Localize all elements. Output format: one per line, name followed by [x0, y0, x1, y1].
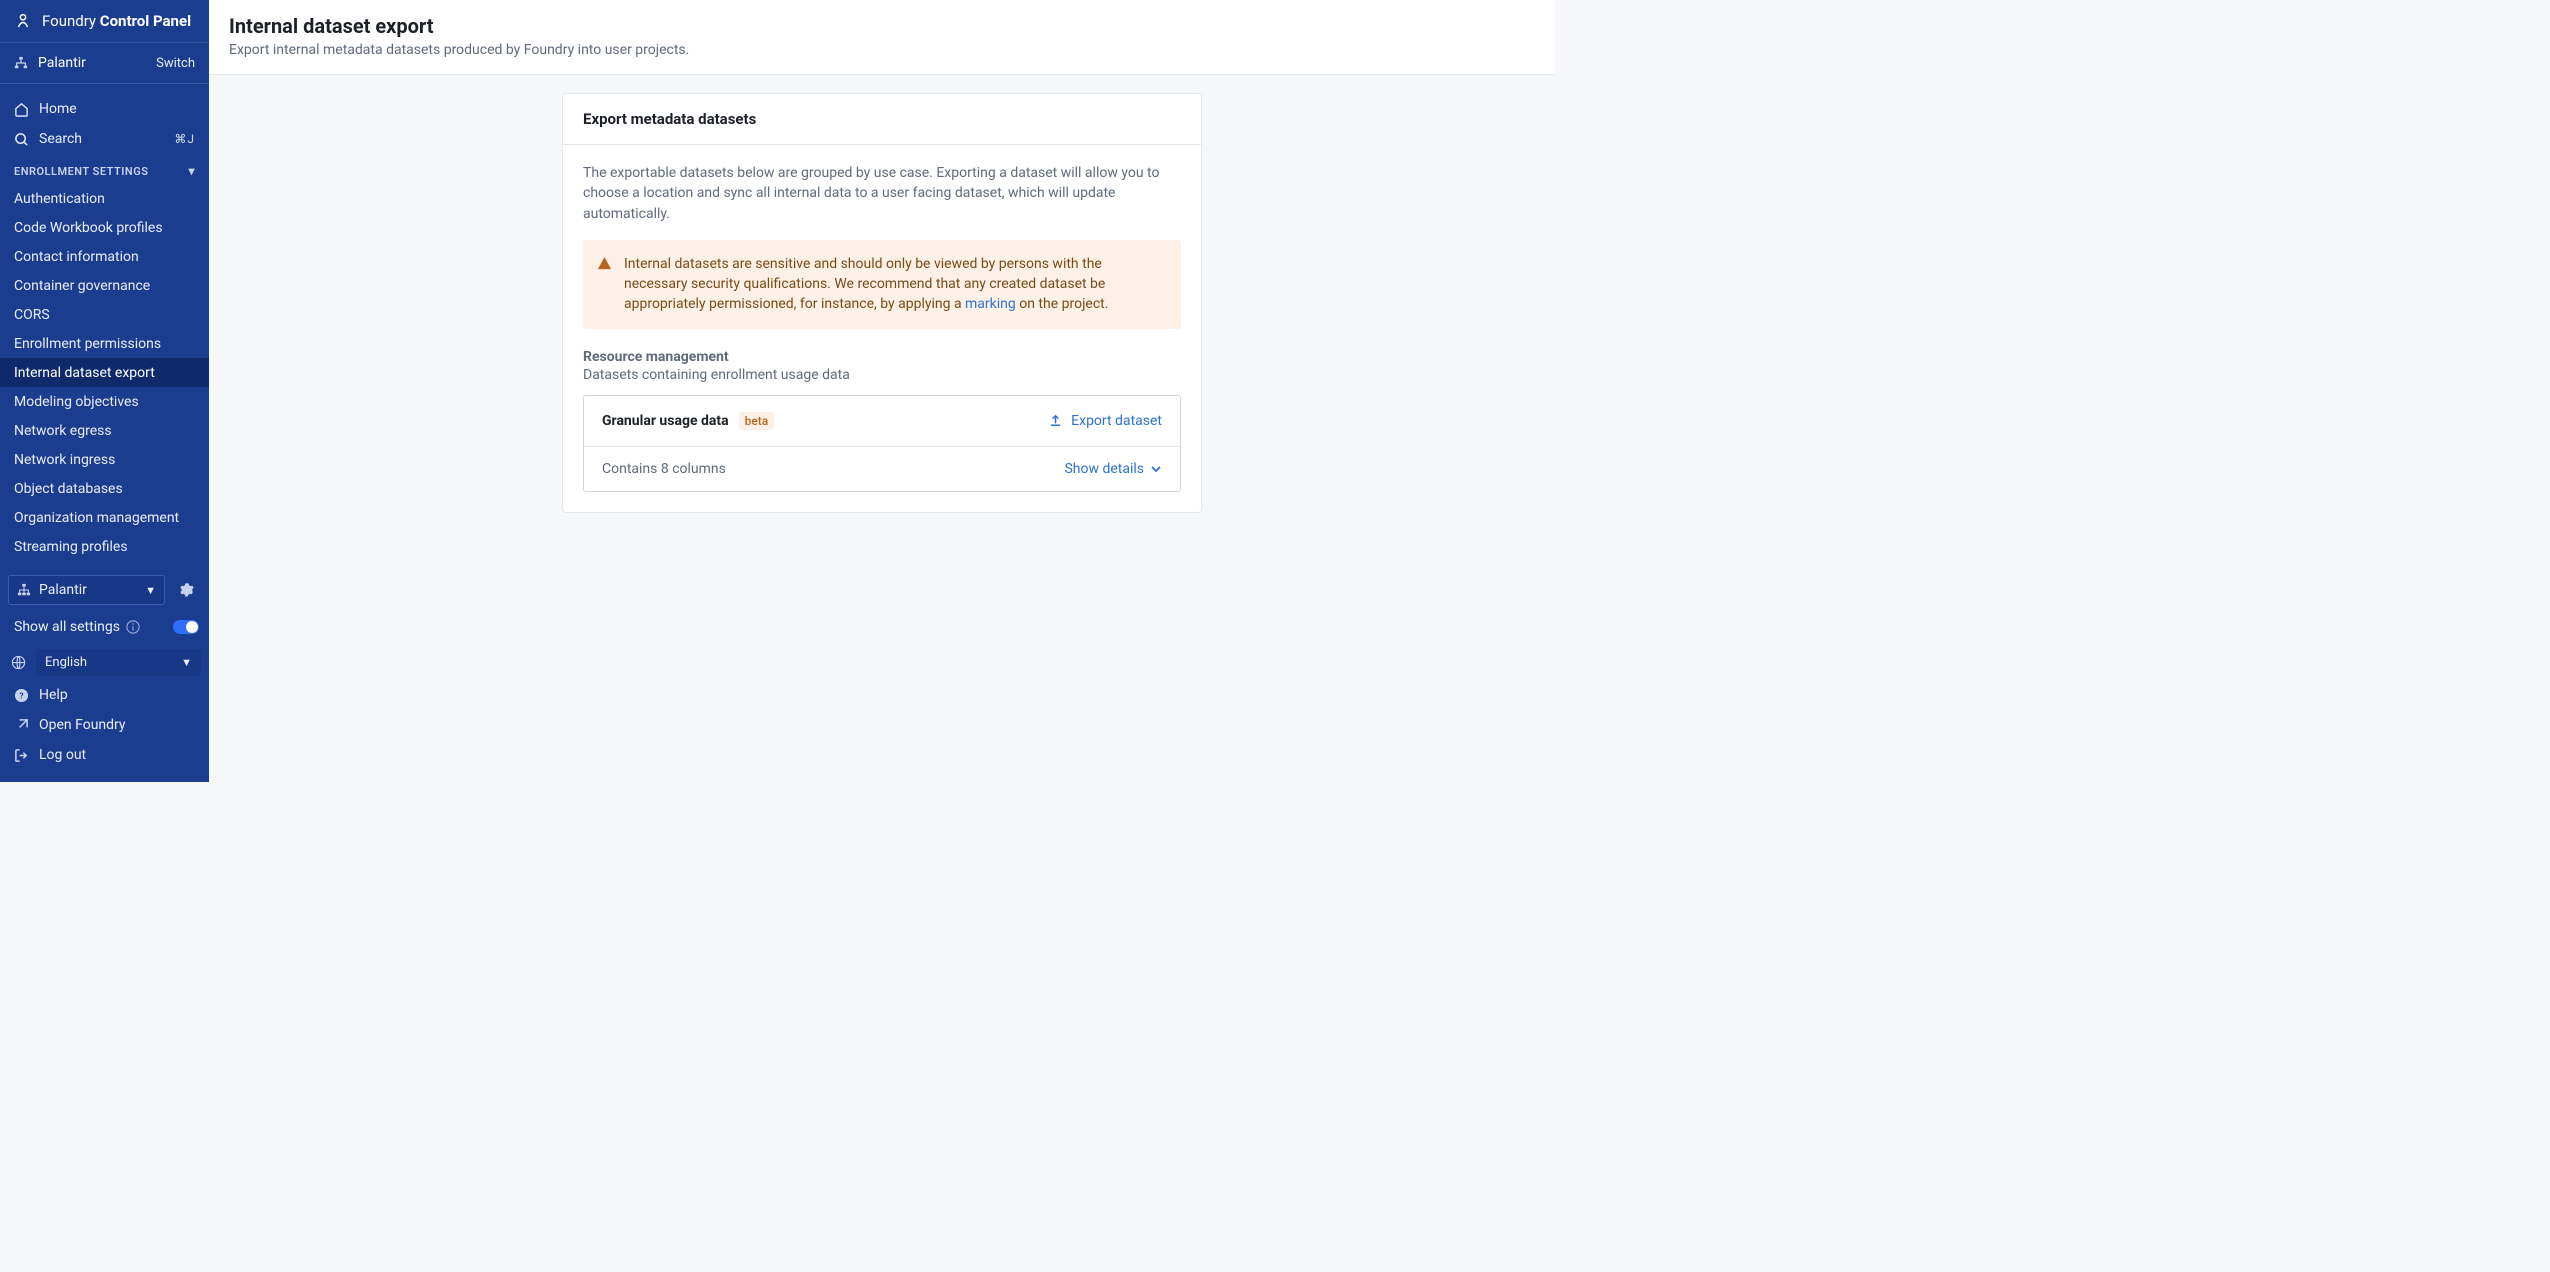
page-subtitle: Export internal metadata datasets produc…: [229, 42, 1535, 58]
gear-icon: [178, 582, 194, 598]
sidebar: Foundry Control Panel Palantir Switch: [0, 0, 209, 782]
dataset-title: Granular usage data: [602, 413, 729, 429]
language-select[interactable]: English ▼: [36, 649, 201, 676]
help-icon: ?: [14, 688, 29, 703]
show-all-settings-row: Show all settings: [8, 613, 201, 645]
chevron-down-icon: [1150, 463, 1162, 475]
language-label: English: [45, 655, 87, 670]
hierarchy-icon: [14, 56, 28, 70]
warning-text: Internal datasets are sensitive and shou…: [624, 254, 1165, 315]
show-all-toggle[interactable]: [173, 620, 199, 634]
export-dataset-label: Export dataset: [1071, 413, 1162, 429]
nav-item-enrollment-permissions[interactable]: Enrollment permissions: [0, 329, 209, 358]
nav-item-contact-information[interactable]: Contact information: [0, 242, 209, 271]
globe-icon: [8, 655, 28, 670]
warning-icon: [597, 256, 612, 315]
nav-item-streaming-profiles[interactable]: Streaming profiles: [0, 532, 209, 561]
app-name: Foundry Control Panel: [42, 12, 191, 30]
sidebar-home-label: Home: [39, 101, 77, 117]
info-icon: [126, 620, 140, 634]
content-area: Export metadata datasets The exportable …: [209, 75, 1555, 782]
org-settings-button[interactable]: [171, 575, 201, 605]
page-header: Internal dataset export Export internal …: [209, 0, 1555, 75]
section-desc: Datasets containing enrollment usage dat…: [583, 367, 1181, 383]
org-dropdown[interactable]: Palantir ▼: [8, 575, 165, 605]
warning-callout: Internal datasets are sensitive and shou…: [583, 240, 1181, 329]
search-shortcut: ⌘J: [174, 132, 195, 146]
help-link[interactable]: ? Help: [8, 680, 201, 710]
chevron-down-icon: ▼: [181, 656, 192, 669]
org-row: Palantir Switch: [0, 43, 209, 84]
upload-icon: [1048, 413, 1063, 428]
nav-item-code-workbook-profiles[interactable]: Code Workbook profiles: [0, 213, 209, 242]
nav-item-authentication[interactable]: Authentication: [0, 184, 209, 213]
search-icon: [14, 132, 29, 147]
show-all-label: Show all settings: [14, 619, 120, 635]
chevron-down-icon: ▾: [188, 164, 195, 178]
beta-badge: beta: [739, 412, 775, 430]
app-header: Foundry Control Panel: [0, 0, 209, 43]
nav-item-modeling-objectives[interactable]: Modeling objectives: [0, 387, 209, 416]
nav-item-organization-management[interactable]: Organization management: [0, 503, 209, 532]
dataset-card: Granular usage data beta Export dataset …: [583, 395, 1181, 492]
show-details-button[interactable]: Show details: [1064, 461, 1162, 477]
section-header-label: ENROLLMENT SETTINGS: [14, 165, 148, 178]
org-tree-icon: [17, 583, 31, 597]
foundry-logo-icon: [14, 12, 32, 30]
chevron-down-icon: ▼: [145, 584, 156, 597]
nav-item-cors[interactable]: CORS: [0, 300, 209, 329]
help-label: Help: [39, 687, 68, 703]
export-card: Export metadata datasets The exportable …: [562, 93, 1202, 513]
main: Internal dataset export Export internal …: [209, 0, 1555, 782]
show-details-label: Show details: [1064, 461, 1144, 477]
sidebar-home[interactable]: Home: [0, 94, 209, 124]
home-icon: [14, 102, 29, 117]
logout-icon: [14, 748, 29, 763]
nav-item-network-egress[interactable]: Network egress: [0, 416, 209, 445]
nav-item-container-governance[interactable]: Container governance: [0, 271, 209, 300]
nav-item-internal-dataset-export[interactable]: Internal dataset export: [0, 358, 209, 387]
card-intro: The exportable datasets below are groupe…: [583, 163, 1181, 224]
nav-item-network-ingress[interactable]: Network ingress: [0, 445, 209, 474]
svg-text:?: ?: [19, 691, 23, 701]
section-title: Resource management: [583, 349, 1181, 365]
sidebar-search[interactable]: Search ⌘J: [0, 124, 209, 154]
open-foundry-label: Open Foundry: [39, 717, 126, 733]
log-out-label: Log out: [39, 747, 86, 763]
marking-link[interactable]: marking: [965, 296, 1016, 312]
org-dropdown-label: Palantir: [39, 582, 87, 598]
enrollment-settings-header[interactable]: ENROLLMENT SETTINGS ▾: [0, 154, 209, 184]
org-name: Palantir: [38, 55, 86, 71]
log-out-link[interactable]: Log out: [8, 740, 201, 770]
export-dataset-button[interactable]: Export dataset: [1048, 413, 1162, 429]
external-link-icon: [14, 718, 29, 733]
nav-item-object-databases[interactable]: Object databases: [0, 474, 209, 503]
nav-list: AuthenticationCode Workbook profilesCont…: [0, 184, 209, 561]
card-header: Export metadata datasets: [563, 94, 1201, 145]
dataset-columns-text: Contains 8 columns: [602, 461, 726, 477]
page-title: Internal dataset export: [229, 14, 1535, 38]
open-foundry-link[interactable]: Open Foundry: [8, 710, 201, 740]
org-switch-link[interactable]: Switch: [156, 56, 195, 71]
sidebar-search-label: Search: [39, 131, 82, 147]
